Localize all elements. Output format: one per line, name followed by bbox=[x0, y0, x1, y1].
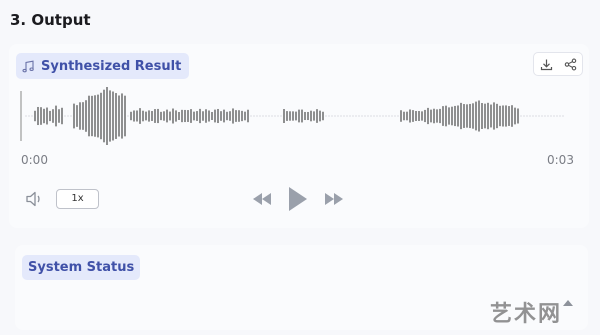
download-icon[interactable] bbox=[540, 58, 553, 71]
section-title: 3. Output bbox=[10, 11, 91, 29]
volume-icon[interactable] bbox=[25, 190, 45, 212]
rewind-icon[interactable] bbox=[251, 191, 273, 211]
scroll-up-icon[interactable] bbox=[562, 292, 574, 311]
music-note-icon bbox=[22, 60, 35, 73]
synthesized-result-label: Synthesized Result bbox=[41, 58, 182, 74]
fast-forward-icon[interactable] bbox=[323, 191, 345, 211]
system-status-header: System Status bbox=[22, 255, 141, 280]
time-duration: 0:03 bbox=[547, 153, 574, 167]
result-toolbar bbox=[533, 52, 583, 76]
play-icon[interactable] bbox=[287, 185, 309, 217]
watermark-logo: 艺术网 bbox=[490, 302, 563, 327]
time-current: 0:00 bbox=[21, 153, 48, 167]
share-icon[interactable] bbox=[564, 58, 577, 71]
playback-speed-button[interactable]: 1x bbox=[56, 189, 99, 209]
synthesized-result-header: Synthesized Result bbox=[16, 53, 190, 79]
waveform[interactable] bbox=[20, 87, 580, 145]
